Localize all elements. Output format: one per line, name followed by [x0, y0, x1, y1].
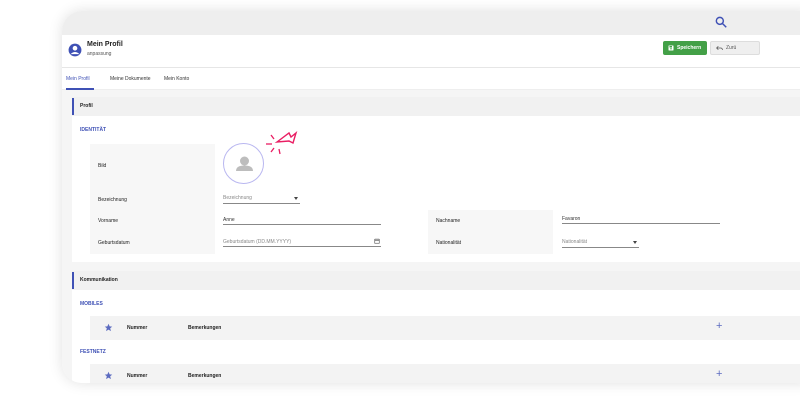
star-icon[interactable]	[104, 323, 113, 332]
section-title-kommunikation: Kommunikation	[80, 277, 118, 283]
section-header-profil: Profil	[72, 97, 800, 116]
page-header: Mein Profil anpassung Speichern Zurü	[62, 35, 800, 68]
communication-panel: MOBILES Nummer Bemerkungen + FESTNETZ Nu…	[72, 290, 800, 383]
search-icon[interactable]	[714, 15, 728, 29]
nationality-label: Nationalität	[436, 240, 462, 246]
content-area: Profil IDENTITÄT Bild Bezeichnung Bezeic…	[62, 90, 800, 383]
nationality-select-underline	[562, 247, 639, 248]
app-window: Mein Profil anpassung Speichern Zurü Mei…	[62, 11, 800, 383]
calendar-icon[interactable]	[374, 238, 380, 244]
page-subtitle: anpassung	[87, 51, 112, 57]
group-title-mobiles: MOBILES	[80, 301, 103, 307]
undo-icon	[716, 45, 723, 51]
column-header-number: Nummer	[127, 325, 148, 331]
firstname-input[interactable]: Anne	[223, 217, 235, 223]
nationality-select[interactable]: Nationalität	[562, 239, 587, 245]
column-header-notes: Bemerkungen	[188, 373, 222, 379]
group-title-identitaet: IDENTITÄT	[80, 127, 107, 133]
add-landline-button[interactable]: +	[716, 368, 722, 380]
chevron-down-icon	[294, 197, 298, 200]
click-cursor-icon	[266, 131, 298, 155]
profile-photo-upload[interactable]	[223, 143, 264, 184]
group-title-festnetz: FESTNETZ	[80, 349, 106, 355]
page-title: Mein Profil	[87, 41, 123, 48]
reset-button[interactable]: Zurü	[710, 41, 760, 55]
tab-mein-konto[interactable]: Mein Konto	[164, 76, 189, 82]
star-icon[interactable]	[104, 371, 113, 380]
person-icon	[236, 156, 253, 171]
profile-panel: IDENTITÄT Bild Bezeichnung Bezeichnung V…	[72, 116, 800, 262]
tab-meine-dokumente[interactable]: Meine Dokumente	[110, 76, 151, 82]
section-accent-bar	[72, 272, 74, 289]
save-button[interactable]: Speichern	[663, 41, 707, 55]
lastname-input[interactable]: Favaron	[562, 216, 580, 222]
title-select-underline	[223, 203, 300, 204]
save-button-label: Speichern	[677, 45, 702, 51]
top-bar	[62, 11, 800, 35]
tab-bar: Mein Profil Meine Dokumente Mein Konto	[62, 68, 800, 90]
label-cell-bild	[90, 144, 215, 190]
add-mobile-button[interactable]: +	[716, 320, 722, 332]
section-title-profil: Profil	[80, 103, 93, 109]
mobile-numbers-list: Nummer Bemerkungen +	[90, 316, 800, 340]
lastname-underline	[562, 223, 720, 224]
photo-label: Bild	[98, 163, 107, 169]
firstname-underline	[223, 224, 381, 225]
birthdate-underline	[223, 246, 381, 247]
save-icon	[668, 45, 674, 51]
birthdate-label: Geburtsdatum	[98, 240, 130, 246]
birthdate-input[interactable]: Geburtsdatum (DD.MM.YYYY)	[223, 239, 291, 245]
tab-mein-profil[interactable]: Mein Profil	[66, 76, 90, 82]
landline-numbers-list: Nummer Bemerkungen +	[90, 364, 800, 383]
title-select[interactable]: Bezeichnung	[223, 195, 252, 201]
column-header-notes: Bemerkungen	[188, 325, 222, 331]
account-circle-icon	[68, 43, 82, 57]
chevron-down-icon	[633, 241, 637, 244]
firstname-label: Vorname	[98, 218, 119, 224]
lastname-label: Nachname	[436, 218, 461, 224]
column-header-number: Nummer	[127, 373, 148, 379]
section-header-kommunikation: Kommunikation	[72, 271, 800, 290]
reset-button-label: Zurü	[726, 45, 737, 51]
title-label: Bezeichnung	[98, 197, 127, 203]
section-accent-bar	[72, 98, 74, 115]
